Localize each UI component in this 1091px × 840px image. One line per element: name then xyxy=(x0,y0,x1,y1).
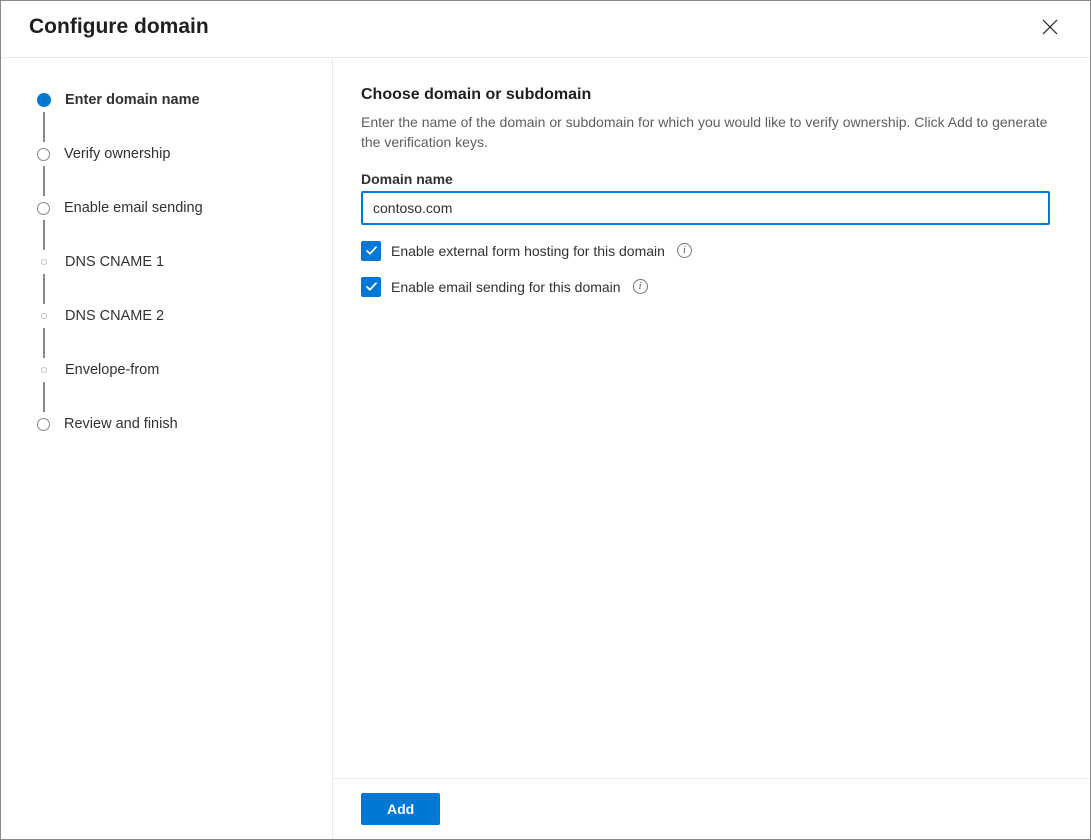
step-marker-icon xyxy=(37,148,50,161)
wizard-step[interactable]: DNS CNAME 1 xyxy=(37,250,312,274)
checkbox-label: Enable email sending for this domain xyxy=(391,279,621,295)
step-label: Verify ownership xyxy=(64,146,170,162)
step-label: Enter domain name xyxy=(65,92,200,108)
panel-body: Enter domain name Verify ownership Enable … xyxy=(1,58,1090,839)
checkbox-row: Enable external form hosting for this do… xyxy=(361,241,1050,261)
info-icon[interactable]: i xyxy=(633,279,648,294)
wizard-step[interactable]: Enter domain name xyxy=(37,88,312,112)
step-list: Enter domain name Verify ownership Enable … xyxy=(37,88,312,436)
wizard-step[interactable]: Review and finish xyxy=(37,412,312,436)
close-button[interactable] xyxy=(1038,15,1062,39)
step-label: Enable email sending xyxy=(64,200,203,216)
checkbox-label: Enable external form hosting for this do… xyxy=(391,243,665,259)
step-marker-icon xyxy=(41,259,47,265)
step-connector xyxy=(43,112,45,142)
content-area: Choose domain or subdomain Enter the nam… xyxy=(333,58,1090,778)
step-connector xyxy=(43,328,45,358)
section-description: Enter the name of the domain or subdomai… xyxy=(361,112,1050,153)
domain-name-label: Domain name xyxy=(361,171,1050,187)
domain-name-input[interactable] xyxy=(361,191,1050,225)
step-label: DNS CNAME 1 xyxy=(65,254,164,270)
step-connector xyxy=(43,382,45,412)
wizard-step[interactable]: Enable email sending xyxy=(37,196,312,220)
add-button[interactable]: Add xyxy=(361,793,440,825)
checkbox-group: Enable external form hosting for this do… xyxy=(361,241,1050,297)
checkmark-icon xyxy=(365,280,378,293)
wizard-steps-sidebar: Enter domain name Verify ownership Enable … xyxy=(1,58,333,839)
step-label: DNS CNAME 2 xyxy=(65,308,164,324)
step-marker-icon xyxy=(37,93,51,107)
step-marker-icon xyxy=(37,202,50,215)
panel-header: Configure domain xyxy=(1,1,1090,58)
step-label: Review and finish xyxy=(64,416,178,432)
step-connector xyxy=(43,220,45,250)
wizard-step[interactable]: DNS CNAME 2 xyxy=(37,304,312,328)
checkbox-row: Enable email sending for this domain i xyxy=(361,277,1050,297)
panel-title: Configure domain xyxy=(29,15,209,39)
panel-footer: Add xyxy=(333,778,1090,839)
close-icon xyxy=(1042,19,1058,35)
step-connector xyxy=(43,166,45,196)
configure-domain-panel: Configure domain Enter domain name Verify… xyxy=(0,0,1091,840)
info-icon[interactable]: i xyxy=(677,243,692,258)
checkbox[interactable] xyxy=(361,241,381,261)
step-marker-icon xyxy=(37,418,50,431)
checkmark-icon xyxy=(365,244,378,257)
step-marker-icon xyxy=(41,367,47,373)
wizard-step[interactable]: Envelope-from xyxy=(37,358,312,382)
checkbox[interactable] xyxy=(361,277,381,297)
wizard-step[interactable]: Verify ownership xyxy=(37,142,312,166)
section-heading: Choose domain or subdomain xyxy=(361,86,1050,104)
main-column: Choose domain or subdomain Enter the nam… xyxy=(333,58,1090,839)
step-label: Envelope-from xyxy=(65,362,159,378)
step-marker-icon xyxy=(41,313,47,319)
step-connector xyxy=(43,274,45,304)
